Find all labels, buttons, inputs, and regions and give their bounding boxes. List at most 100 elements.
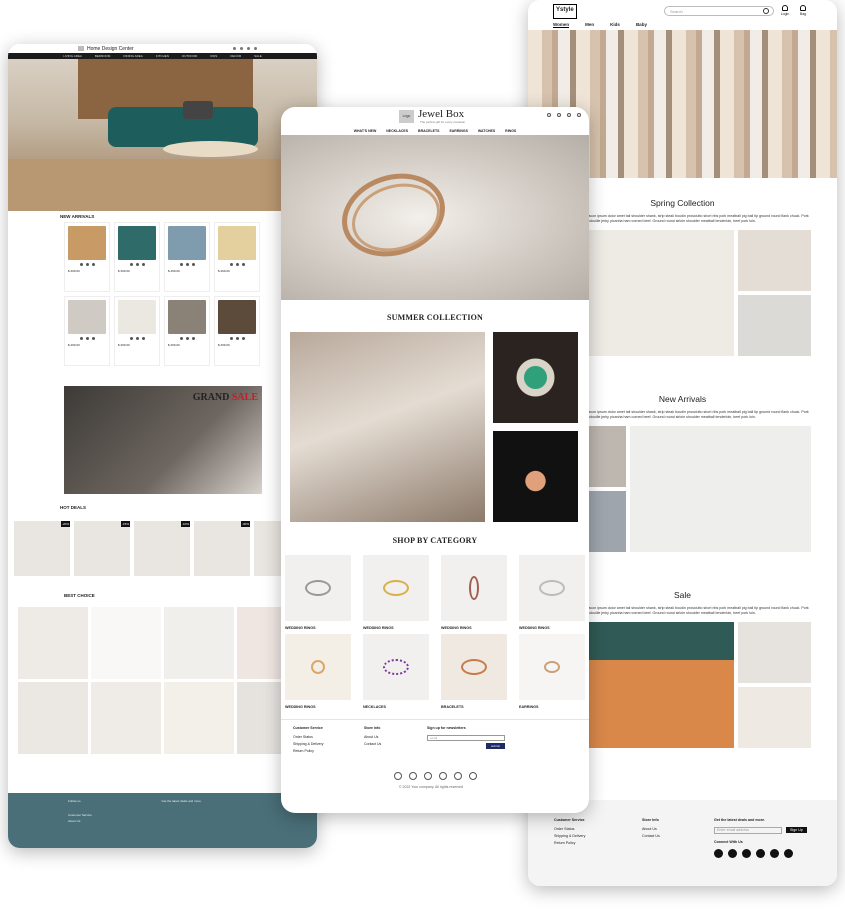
category-card[interactable]: NECKLACES bbox=[363, 634, 429, 709]
instagram-icon[interactable] bbox=[728, 849, 737, 858]
spring-main-image[interactable] bbox=[588, 230, 734, 357]
tab-women[interactable]: Women bbox=[553, 22, 570, 28]
footer-link[interactable]: Return Policy bbox=[554, 841, 585, 845]
nav-item[interactable]: DINING AREA bbox=[123, 54, 142, 58]
product-card[interactable]: $ 299.00 bbox=[214, 296, 260, 366]
wechat-icon[interactable] bbox=[469, 772, 477, 780]
nav-bracelets[interactable]: BRACELETS bbox=[418, 129, 439, 133]
best-choice-item[interactable] bbox=[164, 682, 234, 754]
ystyle-logo[interactable]: Ystyle bbox=[553, 4, 577, 19]
sale-main-image[interactable] bbox=[588, 622, 734, 749]
best-choice-item[interactable] bbox=[91, 607, 161, 679]
tab-baby[interactable]: Baby bbox=[636, 22, 647, 28]
footer-link[interactable]: Return Policy bbox=[293, 749, 324, 753]
sale-side-image[interactable] bbox=[738, 622, 811, 684]
twitter-icon[interactable] bbox=[439, 772, 447, 780]
product-card[interactable]: $ 299.00 bbox=[114, 296, 160, 366]
product-card[interactable]: $ 299.00 bbox=[164, 222, 210, 292]
twitter-icon[interactable] bbox=[742, 849, 751, 858]
deal-card[interactable]: -10% bbox=[134, 521, 190, 576]
product-card[interactable]: $ 299.00 bbox=[114, 222, 160, 292]
footer-link[interactable]: Shipping & Delivery bbox=[554, 834, 585, 838]
category-card[interactable]: WEDDING RINGS bbox=[285, 555, 351, 630]
product-card[interactable]: $ 299.00 bbox=[214, 222, 260, 292]
tab-kids[interactable]: Kids bbox=[610, 22, 620, 28]
nav-item[interactable]: OUTDOOR bbox=[182, 54, 197, 58]
sale-side-image[interactable] bbox=[738, 687, 811, 749]
nav-item[interactable]: LIVING AREA bbox=[63, 54, 82, 58]
home-design-logo[interactable]: Home Design Center bbox=[78, 46, 134, 52]
submit-button[interactable]: submit bbox=[486, 743, 505, 749]
search-icon[interactable] bbox=[233, 47, 236, 50]
footer-about-us[interactable]: About Us bbox=[68, 819, 257, 823]
youtube-icon[interactable] bbox=[454, 772, 462, 780]
nav-rings[interactable]: RINGS bbox=[505, 129, 516, 133]
search-input[interactable]: Search bbox=[664, 6, 774, 16]
instagram-icon[interactable] bbox=[394, 772, 402, 780]
category-card[interactable]: WEDDING RINGS bbox=[285, 634, 351, 709]
product-card[interactable]: $ 299.00 bbox=[64, 296, 110, 366]
new-arrivals-side-image[interactable] bbox=[588, 491, 626, 553]
category-card[interactable]: WEDDING RINGS bbox=[363, 555, 429, 630]
facebook-icon[interactable] bbox=[714, 849, 723, 858]
heart-icon[interactable] bbox=[247, 47, 250, 50]
model-necklace-image[interactable] bbox=[290, 332, 485, 522]
emerald-ring-image[interactable] bbox=[493, 332, 578, 423]
footer-link[interactable]: About Us bbox=[642, 827, 660, 831]
youtube-icon[interactable] bbox=[756, 849, 765, 858]
product-card[interactable]: $ 299.00 bbox=[64, 222, 110, 292]
footer-link[interactable]: Contact Us bbox=[364, 742, 381, 746]
spring-side-image[interactable] bbox=[738, 230, 811, 292]
pinterest-icon[interactable] bbox=[424, 772, 432, 780]
deal-card[interactable]: -20% bbox=[14, 521, 70, 576]
wechat-icon[interactable] bbox=[784, 849, 793, 858]
email-input[interactable]: email bbox=[427, 735, 505, 741]
search-icon[interactable] bbox=[763, 8, 769, 14]
nav-item[interactable]: DECOR bbox=[230, 54, 241, 58]
footer-link[interactable]: Order Status bbox=[554, 827, 585, 831]
new-arrivals-side-image[interactable] bbox=[588, 426, 626, 488]
login-button[interactable]: Login bbox=[778, 5, 792, 16]
nav-necklaces[interactable]: NECKLACES bbox=[386, 129, 408, 133]
facebook-icon[interactable] bbox=[409, 772, 417, 780]
best-choice-item[interactable] bbox=[91, 682, 161, 754]
deal-card[interactable]: -30% bbox=[194, 521, 250, 576]
nav-whats-new[interactable]: WHAT'S NEW bbox=[354, 129, 377, 133]
grand-sale-banner[interactable]: GRAND SALE bbox=[64, 386, 262, 494]
footer-link[interactable]: Order Status bbox=[293, 735, 324, 739]
best-choice-item[interactable] bbox=[164, 607, 234, 679]
category-image bbox=[519, 555, 585, 621]
nav-item[interactable]: KIDS bbox=[210, 54, 217, 58]
new-arrivals-main-image[interactable] bbox=[630, 426, 811, 553]
search-icon[interactable] bbox=[547, 113, 551, 117]
best-choice-item[interactable] bbox=[18, 682, 88, 754]
user-icon[interactable] bbox=[557, 113, 561, 117]
product-card[interactable]: $ 299.00 bbox=[164, 296, 210, 366]
category-card[interactable]: EARRINGS bbox=[519, 634, 585, 709]
heart-icon[interactable] bbox=[567, 113, 571, 117]
logo-placeholder[interactable]: Logo bbox=[399, 110, 414, 123]
category-card[interactable]: WEDDING RINGS bbox=[519, 555, 585, 630]
bag-button[interactable]: Bag bbox=[796, 5, 810, 16]
footer-link[interactable]: About Us bbox=[364, 735, 381, 739]
best-choice-item[interactable] bbox=[18, 607, 88, 679]
deal-card[interactable]: -15% bbox=[74, 521, 130, 576]
nav-item[interactable]: KITCHEN bbox=[156, 54, 169, 58]
footer-link[interactable]: Shipping & Delivery bbox=[293, 742, 324, 746]
nav-watches[interactable]: WATCHES bbox=[478, 129, 495, 133]
tab-men[interactable]: Men bbox=[585, 22, 594, 28]
bag-icon[interactable] bbox=[577, 113, 581, 117]
category-card[interactable]: WEDDING RINGS bbox=[441, 555, 507, 630]
cart-icon[interactable] bbox=[254, 47, 257, 50]
spring-side-image[interactable] bbox=[738, 295, 811, 357]
category-card[interactable]: BRACELETS bbox=[441, 634, 507, 709]
footer-link[interactable]: Contact Us bbox=[642, 834, 660, 838]
email-input[interactable]: Enter email address bbox=[714, 827, 782, 834]
nav-item[interactable]: SALE bbox=[254, 54, 262, 58]
user-icon[interactable] bbox=[240, 47, 243, 50]
sign-up-button[interactable]: Sign Up bbox=[786, 827, 807, 833]
pinterest-icon[interactable] bbox=[770, 849, 779, 858]
nav-earrings[interactable]: EARRINGS bbox=[449, 129, 467, 133]
rose-gold-rings-image[interactable] bbox=[493, 431, 578, 522]
nav-item[interactable]: BEDROOM bbox=[95, 54, 111, 58]
